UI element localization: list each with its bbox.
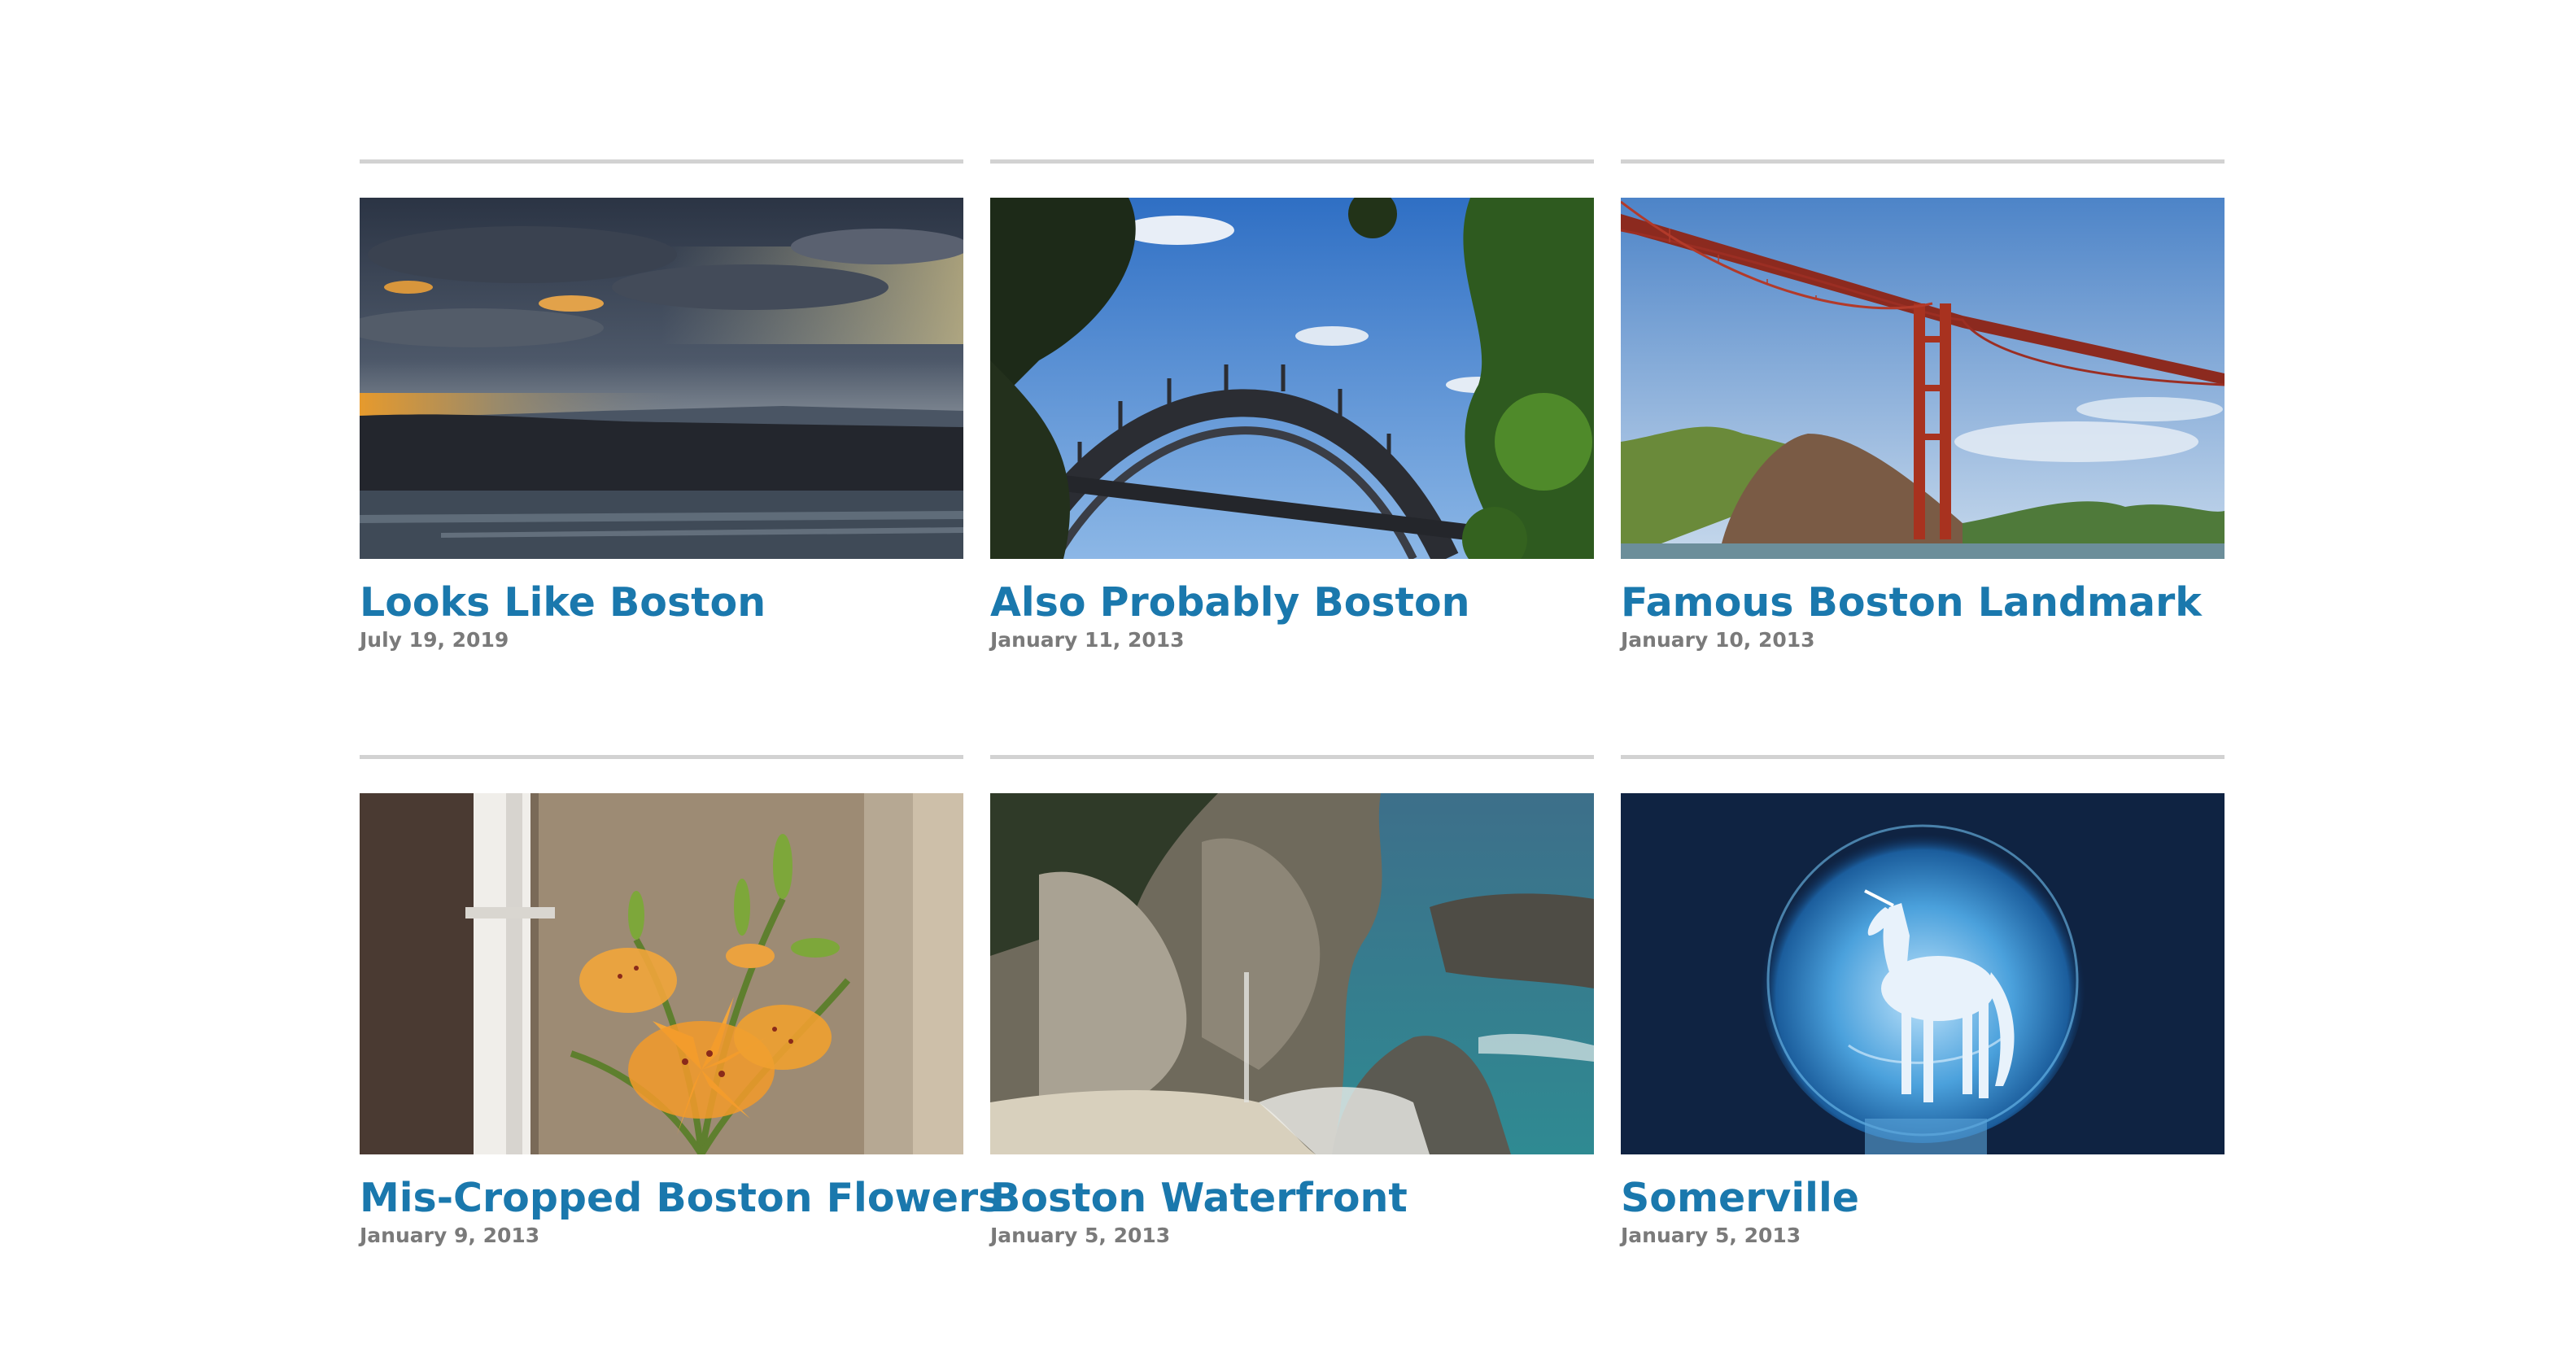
post-card: Boston Waterfront January 5, 2013: [990, 755, 1594, 1350]
post-card: Somerville January 5, 2013: [1621, 755, 2225, 1350]
post-title[interactable]: Looks Like Boston: [360, 578, 963, 627]
post-date: January 9, 2013: [360, 1224, 540, 1247]
divider: [360, 159, 963, 164]
post-title[interactable]: Also Probably Boston: [990, 578, 1594, 627]
post-card: Famous Boston Landmark January 10, 2013: [1621, 159, 2225, 755]
post-date: January 11, 2013: [990, 628, 1185, 652]
post-date: January 10, 2013: [1621, 628, 1815, 652]
orange-lilies-photo: [360, 793, 963, 1154]
post-date: January 5, 2013: [990, 1224, 1171, 1247]
coastal-cliffs-photo: [990, 793, 1594, 1154]
post-thumbnail-sunset[interactable]: [360, 198, 963, 559]
post-grid: Looks Like Boston July 19, 2019 Also Pro…: [360, 159, 2225, 1350]
divider: [1621, 755, 2225, 759]
post-card: Mis-Cropped Boston Flowers January 9, 20…: [360, 755, 1002, 1350]
divider: [360, 755, 963, 759]
golden-gate-bridge-photo: [1621, 198, 2225, 559]
arch-bridge-photo: [990, 198, 1594, 559]
post-thumbnail-lilies[interactable]: [360, 793, 963, 1154]
divider: [990, 159, 1594, 164]
post-thumbnail-somerville[interactable]: [1621, 793, 2225, 1154]
post-title[interactable]: Boston Waterfront: [990, 1174, 1594, 1223]
post-thumbnail-golden-gate[interactable]: [1621, 198, 2225, 559]
post-title[interactable]: Mis-Cropped Boston Flowers: [360, 1174, 1002, 1223]
post-thumbnail-arch-bridge[interactable]: [990, 198, 1594, 559]
post-date: January 5, 2013: [1621, 1224, 1801, 1247]
post-title[interactable]: Somerville: [1621, 1174, 2225, 1223]
divider: [990, 755, 1594, 759]
unicorn-moon-photo: [1621, 793, 2225, 1154]
post-thumbnail-waterfront[interactable]: [990, 793, 1594, 1154]
divider: [1621, 159, 2225, 164]
post-card: Also Probably Boston January 11, 2013: [990, 159, 1594, 755]
post-card: Looks Like Boston July 19, 2019: [360, 159, 963, 755]
post-title[interactable]: Famous Boston Landmark: [1621, 578, 2225, 627]
post-date: July 19, 2019: [360, 628, 509, 652]
sunset-hills-photo: [360, 198, 963, 559]
